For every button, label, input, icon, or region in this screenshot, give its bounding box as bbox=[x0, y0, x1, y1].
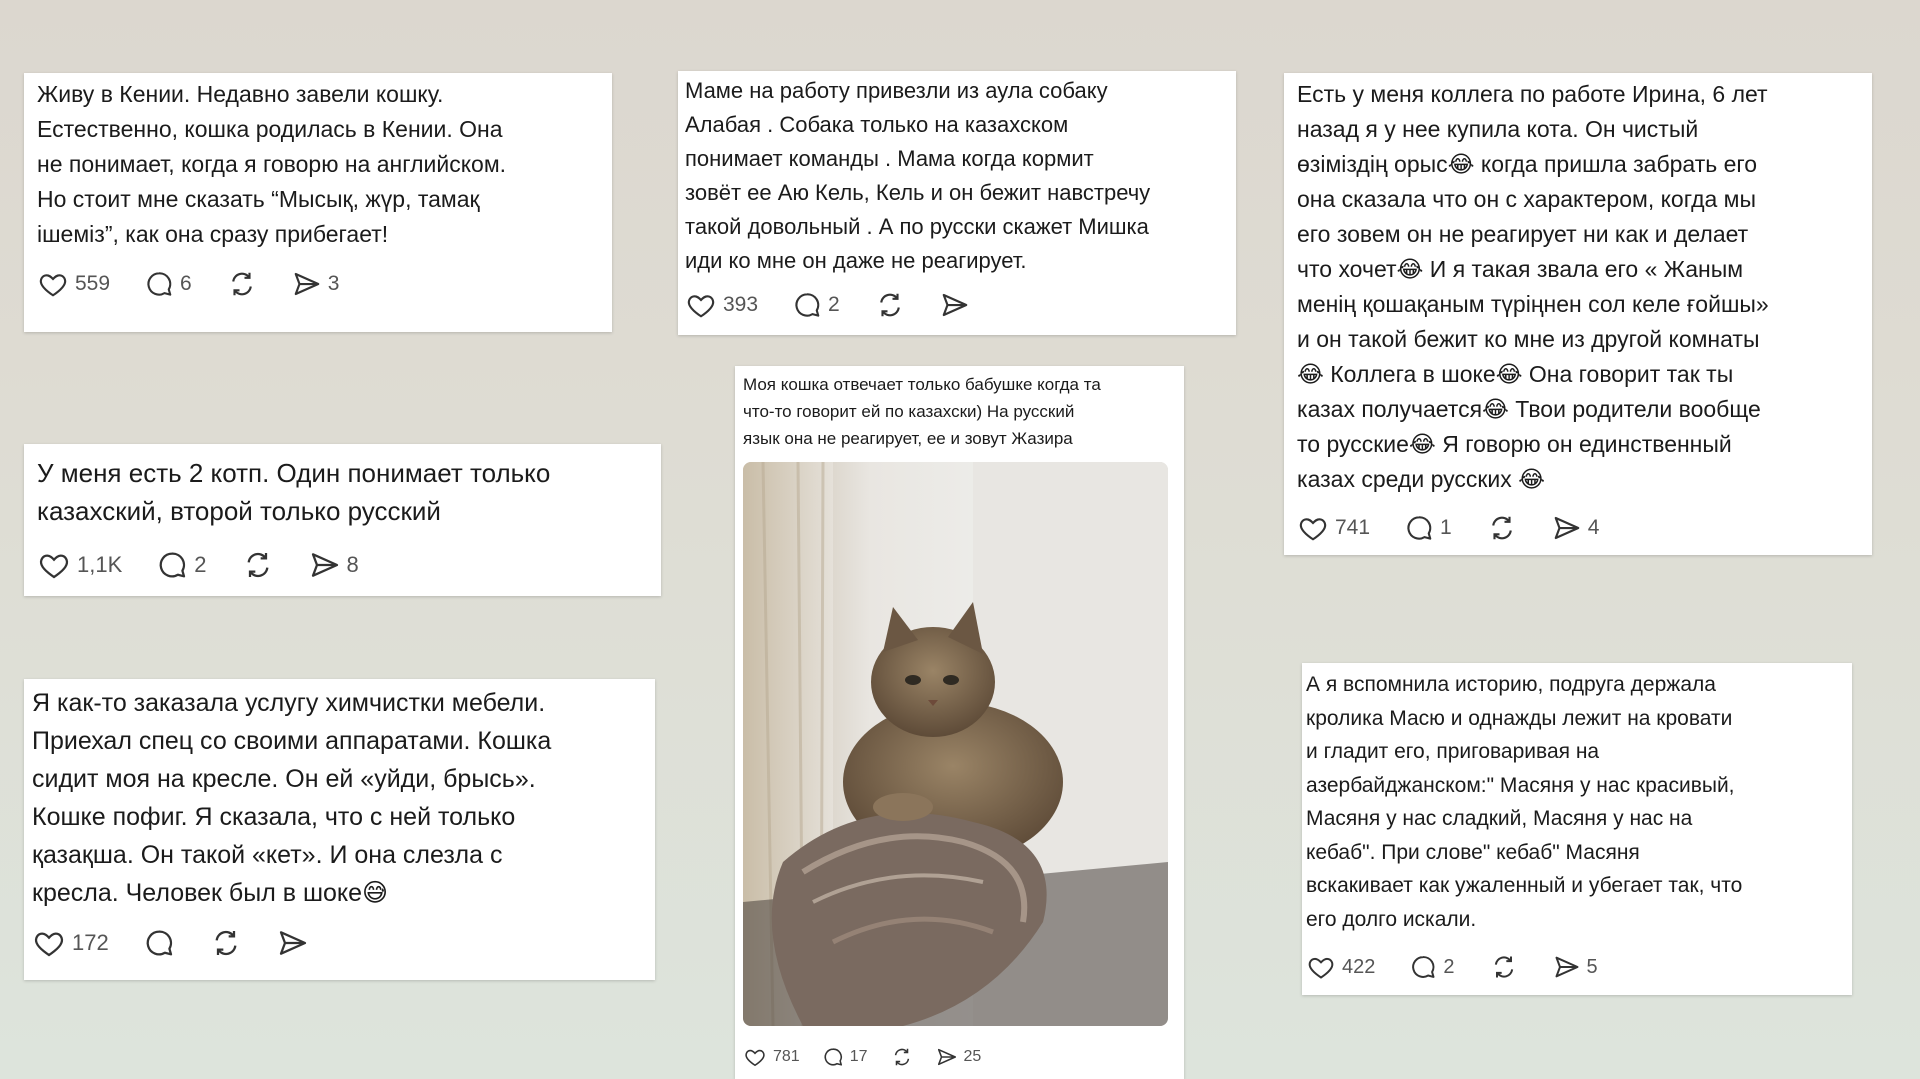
post-text: Маме на работу привезли из аула собаку А… bbox=[685, 78, 1151, 273]
repost-button[interactable] bbox=[1489, 953, 1519, 981]
share-icon bbox=[942, 293, 968, 317]
like-button[interactable]: 393 bbox=[685, 290, 758, 320]
comment-button[interactable]: 17 bbox=[822, 1046, 868, 1068]
share-icon bbox=[311, 553, 338, 577]
post-card: Маме на работу привезли из аула собаку А… bbox=[678, 71, 1236, 335]
share-button[interactable]: 8 bbox=[309, 549, 359, 581]
heart-icon bbox=[39, 274, 67, 297]
heart-icon bbox=[687, 295, 715, 318]
like-button[interactable]: 422 bbox=[1306, 953, 1375, 981]
like-count: 393 bbox=[723, 293, 759, 316]
repost-button[interactable] bbox=[874, 290, 906, 320]
comment-button[interactable]: 2 bbox=[156, 549, 207, 581]
share-icon bbox=[1555, 956, 1578, 978]
repost-button[interactable] bbox=[241, 549, 275, 581]
like-button[interactable]: 172 bbox=[32, 927, 109, 959]
post-card: У меня есть 2 котп. Один понимает только… bbox=[24, 444, 661, 596]
comment-button[interactable]: 2 bbox=[792, 290, 840, 320]
post-text: Моя кошка отвечает только бабушке когда … bbox=[743, 375, 1101, 448]
share-icon bbox=[279, 931, 306, 955]
like-count: 172 bbox=[72, 930, 109, 955]
share-button[interactable]: 4 bbox=[1552, 513, 1600, 543]
post-text: А я вспомнила историю, подруга держала к… bbox=[1306, 673, 1743, 931]
repost-icon bbox=[879, 293, 900, 317]
post-card: Есть у меня коллега по работе Ирина, 6 л… bbox=[1284, 73, 1872, 555]
post-text: Живу в Кении. Недавно завели кошку. Есте… bbox=[37, 81, 507, 247]
comment-count: 2 bbox=[828, 293, 840, 316]
cat-photo bbox=[743, 462, 1168, 1026]
comment-count: 17 bbox=[849, 1048, 868, 1065]
comment-icon bbox=[795, 293, 820, 317]
heart-icon bbox=[1308, 957, 1334, 979]
comment-button[interactable]: 2 bbox=[1409, 953, 1455, 981]
heart-icon bbox=[1299, 518, 1327, 541]
repost-icon bbox=[231, 272, 252, 296]
comment-icon bbox=[1407, 516, 1432, 540]
post-card: Живу в Кении. Недавно завели кошку. Есте… bbox=[24, 73, 612, 332]
heart-icon bbox=[745, 1049, 765, 1067]
post-text: Я как-то заказала услугу химчистки мебел… bbox=[32, 689, 552, 907]
repost-icon bbox=[894, 1048, 909, 1066]
share-count: 25 bbox=[963, 1048, 982, 1065]
share-button[interactable]: 5 bbox=[1553, 953, 1598, 981]
comment-icon bbox=[147, 272, 172, 296]
post-text: Есть у меня коллега по работе Ирина, 6 л… bbox=[1297, 81, 1769, 492]
share-button[interactable] bbox=[277, 927, 309, 959]
share-icon bbox=[1554, 516, 1580, 540]
comment-count: 2 bbox=[1443, 955, 1455, 978]
share-count: 3 bbox=[327, 272, 340, 295]
like-button[interactable]: 741 bbox=[1297, 513, 1370, 543]
like-count: 741 bbox=[1335, 516, 1371, 539]
post-text: У меня есть 2 котп. Один понимает только… bbox=[37, 458, 551, 526]
share-count: 4 bbox=[1587, 516, 1600, 539]
repost-icon bbox=[215, 930, 237, 956]
repost-button[interactable] bbox=[209, 927, 243, 959]
like-button[interactable]: 781 bbox=[743, 1046, 800, 1068]
share-button[interactable]: 3 bbox=[292, 269, 340, 299]
comment-icon bbox=[824, 1048, 842, 1066]
comment-icon bbox=[146, 930, 172, 956]
repost-button[interactable] bbox=[1486, 513, 1518, 543]
post-card: Моя кошка отвечает только бабушке когда … bbox=[735, 366, 1184, 1079]
comment-icon bbox=[1412, 956, 1435, 978]
like-count: 781 bbox=[773, 1048, 800, 1065]
share-count: 5 bbox=[1586, 955, 1598, 978]
comment-button[interactable]: 1 bbox=[1404, 513, 1452, 543]
repost-icon bbox=[247, 552, 268, 578]
share-button[interactable]: 25 bbox=[936, 1046, 982, 1068]
post-card: Я как-то заказала услугу химчистки мебел… bbox=[24, 679, 655, 980]
heart-icon bbox=[39, 554, 69, 579]
share-icon bbox=[294, 272, 320, 296]
comment-count: 6 bbox=[180, 272, 192, 295]
share-icon bbox=[937, 1048, 956, 1066]
like-button[interactable]: 1,1K bbox=[37, 549, 122, 581]
post-card: А я вспомнила историю, подруга держала к… bbox=[1302, 663, 1852, 995]
comment-button[interactable]: 6 bbox=[144, 269, 192, 299]
share-button[interactable] bbox=[940, 290, 970, 320]
comment-count: 2 bbox=[194, 552, 207, 577]
heart-icon bbox=[34, 932, 64, 957]
repost-icon bbox=[1494, 956, 1513, 978]
comment-icon bbox=[159, 552, 186, 578]
share-count: 8 bbox=[346, 552, 359, 577]
like-count: 1,1K bbox=[77, 552, 123, 577]
cat-illustration bbox=[743, 462, 1168, 1026]
comment-count: 1 bbox=[1440, 516, 1452, 539]
like-count: 422 bbox=[1342, 955, 1376, 978]
like-count: 559 bbox=[75, 272, 111, 295]
repost-icon bbox=[1491, 516, 1512, 540]
repost-button[interactable] bbox=[890, 1046, 914, 1068]
repost-button[interactable] bbox=[226, 269, 258, 299]
like-button[interactable]: 559 bbox=[37, 269, 110, 299]
comment-button[interactable] bbox=[143, 927, 175, 959]
